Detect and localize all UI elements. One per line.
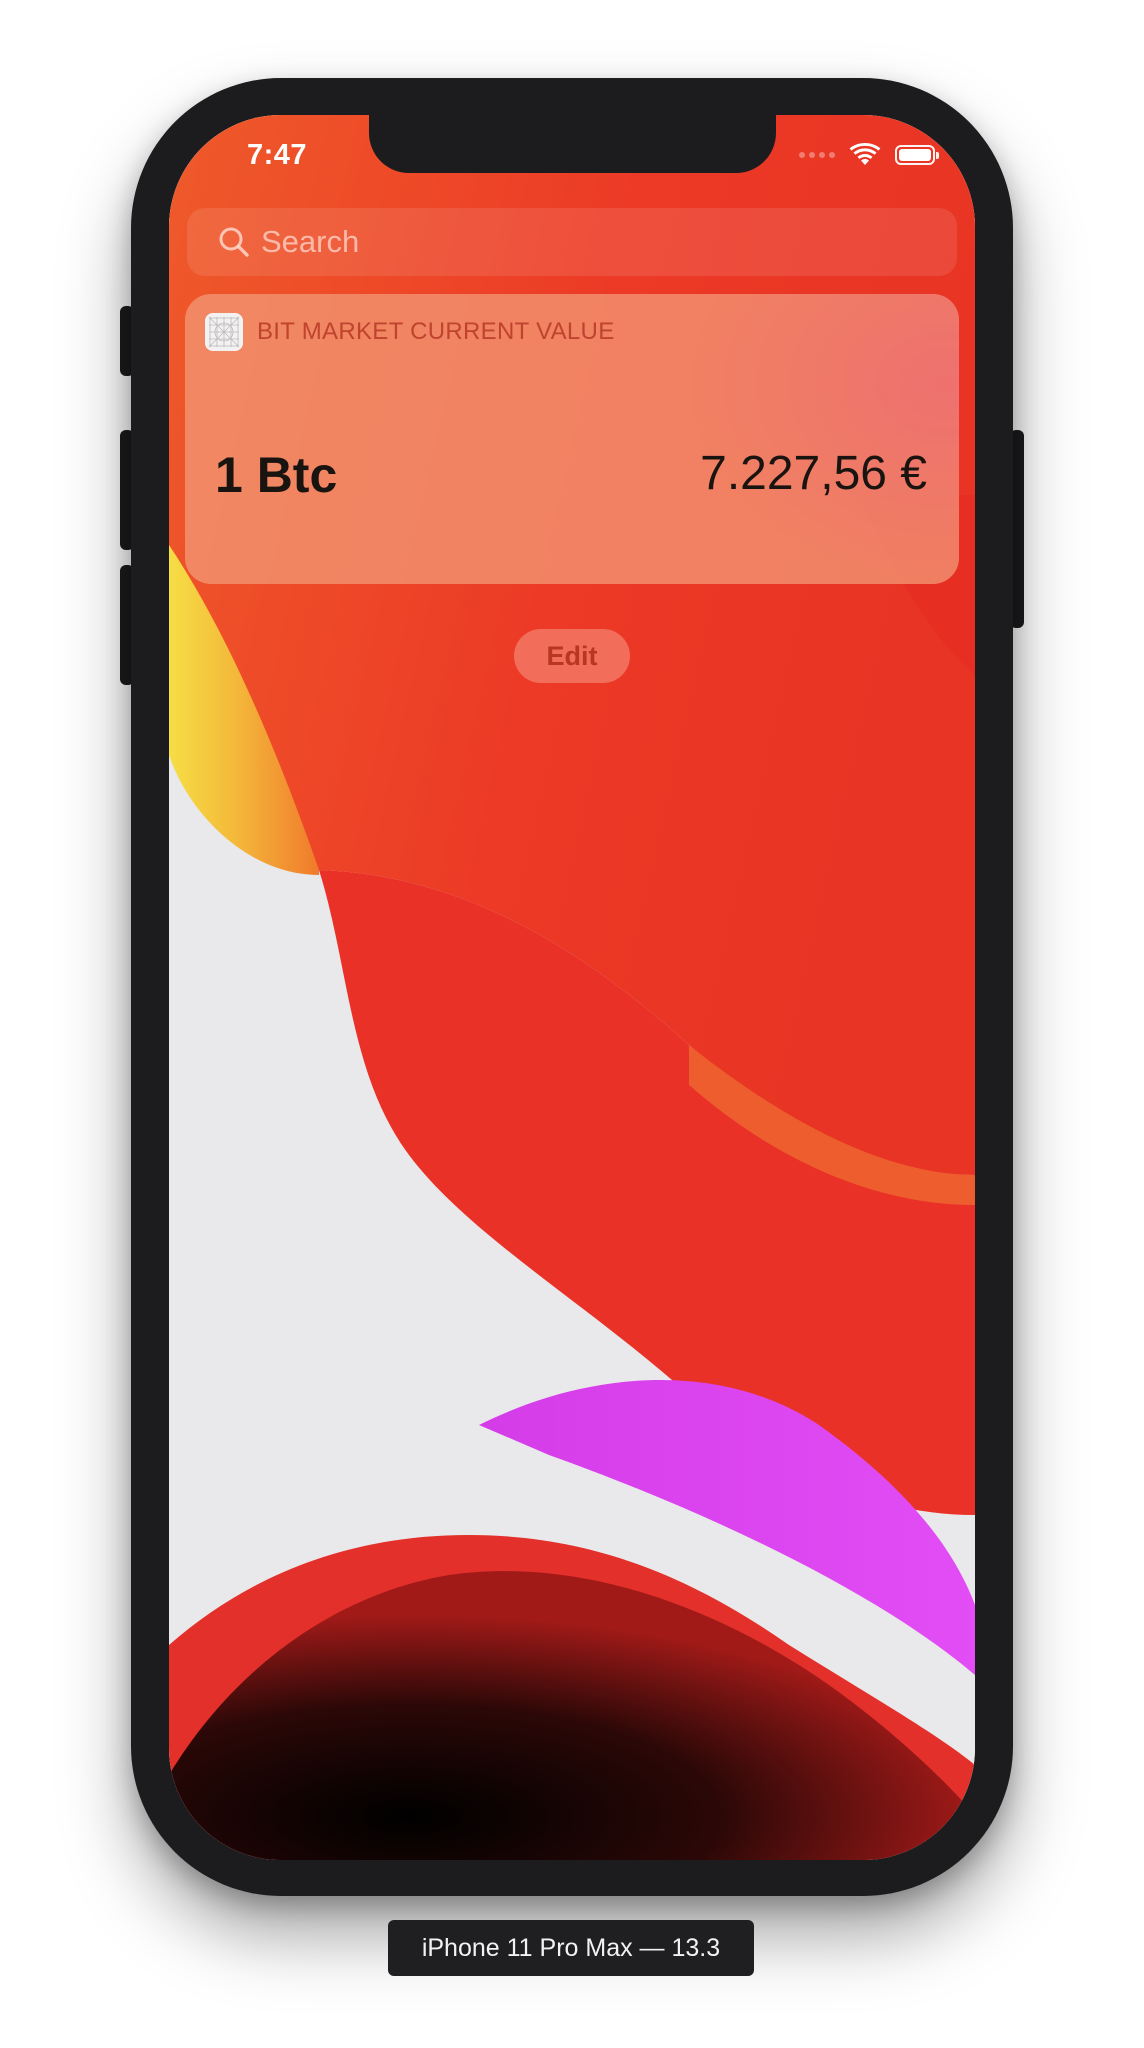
device-notch — [369, 115, 776, 173]
status-icons — [799, 143, 939, 167]
simulator-device-label: iPhone 11 Pro Max — 13.3 — [388, 1920, 754, 1976]
wifi-icon — [849, 143, 881, 165]
battery-icon — [895, 145, 939, 165]
edit-button[interactable]: Edit — [514, 629, 630, 683]
status-time: 7:47 — [247, 139, 308, 171]
phone-screen: 7:47 Search BIT MARKET CURRENT VALUE 1 B… — [169, 115, 975, 1860]
app-placeholder-icon — [205, 313, 243, 351]
search-input[interactable] — [259, 223, 903, 261]
search-bar[interactable] — [187, 208, 957, 276]
widget-title: BIT MARKET CURRENT VALUE — [257, 318, 615, 345]
simulator-stage: 7:47 Search BIT MARKET CURRENT VALUE 1 B… — [0, 0, 1144, 2048]
btc-amount-label: 1 Btc — [215, 447, 338, 503]
btc-value-label: 7.227,56 € — [700, 447, 927, 500]
bit-market-widget[interactable]: BIT MARKET CURRENT VALUE 1 Btc 7.227,56 … — [185, 294, 959, 584]
signal-dots-icon — [799, 152, 835, 158]
widget-header: BIT MARKET CURRENT VALUE — [205, 313, 615, 351]
search-icon — [219, 227, 249, 257]
